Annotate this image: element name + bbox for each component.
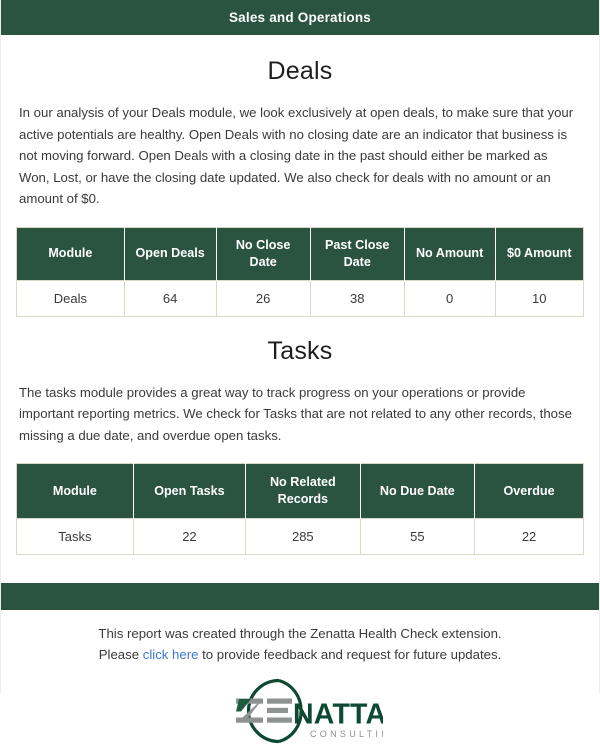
tasks-table: Module Open Tasks No Related Records No … [16,463,584,555]
cell-past-close-date: 38 [310,279,405,316]
deals-table: Module Open Deals No Close Date Past Clo… [16,226,584,317]
table-row: Deals 64 26 38 0 10 [16,279,584,316]
report-header-banner: Sales and Operations [1,0,599,35]
footer-text-block: This report was created through the Zena… [1,610,599,665]
table-row: Tasks 22 285 55 22 [16,518,584,555]
cell-open-deals: 64 [124,279,217,316]
column-header-overdue: Overdue [474,463,584,519]
logo-wordmark: NATTA [293,699,383,731]
zenatta-consulting-logo: NATTA CONSULTING [236,678,383,744]
tasks-table-container: Module Open Tasks No Related Records No … [1,446,599,555]
footer-line-2: Please click here to provide feedback an… [21,644,579,665]
cell-overdue: 22 [474,518,584,555]
column-header-open-deals: Open Deals [124,227,217,280]
table-header-row: Module Open Deals No Close Date Past Clo… [16,227,584,280]
logo-tagline: CONSULTING [310,729,383,739]
footer-divider-bar [1,583,599,610]
footer-line-1: This report was created through the Zena… [98,626,502,641]
section-heading-deals: Deals [267,57,333,85]
column-header-open-tasks: Open Tasks [133,463,247,519]
column-header-no-due-date: No Due Date [360,463,476,519]
column-header-no-close-date: No Close Date [216,227,311,280]
logo-ze-mark [236,698,292,723]
cell-no-related-records: 285 [245,518,361,555]
logo-area: NATTA CONSULTING [1,665,599,751]
cell-no-close-date: 26 [216,279,311,316]
footer-line-2-prefix: Please [98,647,143,662]
cell-no-due-date: 55 [360,518,476,555]
banner-title: Sales and Operations [228,10,372,25]
cell-module: Deals [16,279,125,316]
cell-module: Tasks [16,518,134,555]
column-header-module: Module [16,463,134,519]
footer-line-2-suffix: to provide feedback and request for futu… [198,647,502,662]
cell-open-tasks: 22 [133,518,247,555]
section-heading-tasks: Tasks [267,336,333,365]
table-header-row: Module Open Tasks No Related Records No … [16,463,584,519]
column-header-past-close-date: Past Close Date [310,227,405,280]
section-paragraph-deals: In our analysis of your Deals module, we… [19,105,574,206]
cell-no-amount: 0 [404,279,496,316]
deals-table-container: Module Open Deals No Close Date Past Clo… [1,210,599,317]
section-paragraph-tasks: The tasks module provides a great way to… [19,384,572,443]
column-header-module: Module [16,227,125,280]
feedback-link[interactable]: click here [143,647,199,662]
column-header-zero-amount: $0 Amount [495,227,584,280]
email-report-body: Sales and Operations Deals In our analys… [0,0,600,744]
cell-zero-amount: 10 [495,279,584,316]
column-header-no-amount: No Amount [404,227,496,280]
column-header-no-related-records: No Related Records [245,463,361,519]
